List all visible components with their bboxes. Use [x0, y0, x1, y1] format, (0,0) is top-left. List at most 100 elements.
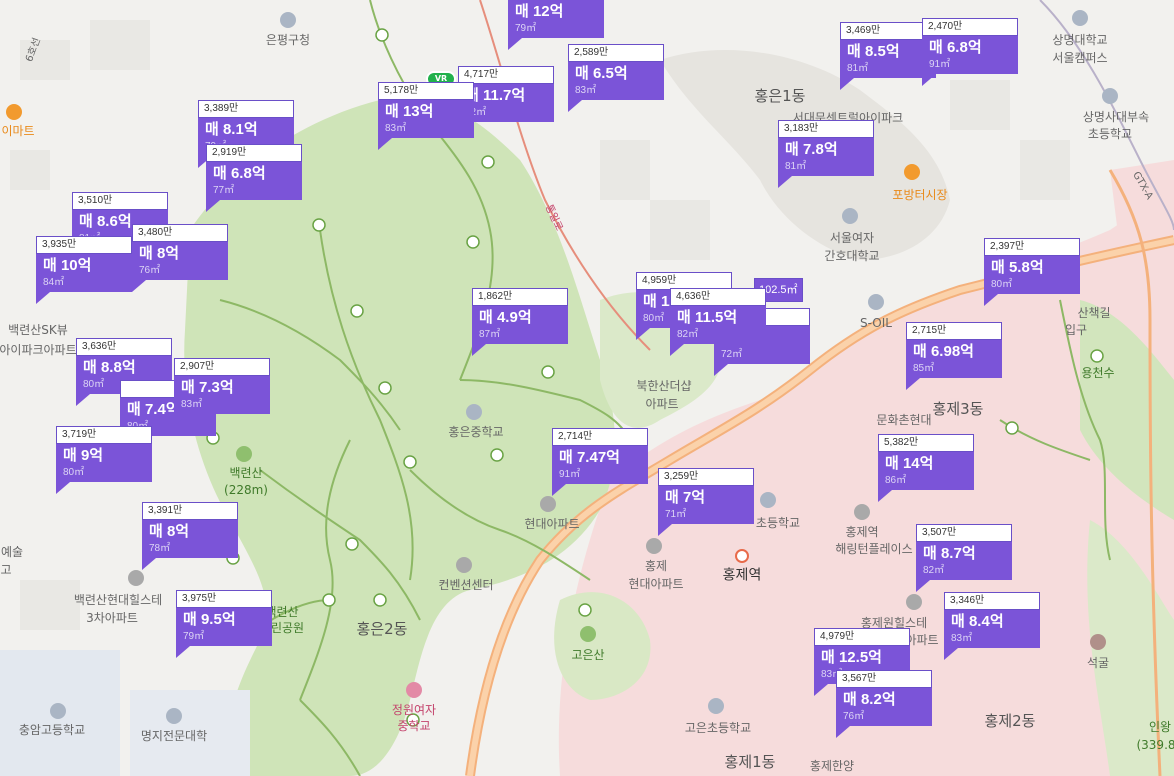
area-size: 72㎡ [721, 349, 743, 360]
price-marker[interactable]: 3,259만 매 7억 71㎡ [658, 468, 754, 536]
university-icon [166, 708, 182, 724]
label-yongcheonsu: 용천수 [1081, 365, 1115, 380]
label-art-school-2: 고 [0, 562, 12, 577]
label-sangmyung-2: 서울캠퍼스 [1052, 50, 1108, 65]
price-marker[interactable]: 1,862만 매 4.9억 87㎡ [472, 288, 568, 356]
label-myongji: 명지전문대학 [140, 728, 208, 743]
price-marker[interactable]: 3,719만 매 9억 80㎡ [56, 426, 152, 494]
mountain-icon [236, 446, 252, 462]
price-marker[interactable]: 3,480만 매 8억 76㎡ [132, 224, 228, 292]
price-marker[interactable]: 3,935만 매 10억 84㎡ [36, 236, 132, 304]
area-size: 85㎡ [913, 363, 935, 374]
label-hongje-hyundai-2: 현대아파트 [628, 576, 684, 591]
area-size: 83㎡ [181, 399, 203, 410]
mountain-icon [580, 626, 596, 642]
price-marker[interactable]: 3,183만 매 7.8억 81㎡ [778, 120, 874, 188]
price-marker[interactable]: 2,470만 매 6.8억 91㎡ [922, 18, 1018, 86]
sale-price: 매 9억 [63, 447, 104, 464]
marker-tail [984, 294, 998, 306]
price-marker[interactable]: 2,714만 매 7.47억 91㎡ [552, 428, 648, 496]
price-marker[interactable]: 3,346만매 8.4억 83㎡ [944, 592, 1040, 660]
label-sangmyung: 상명대학교 [1052, 32, 1108, 47]
area-size: 82㎡ [923, 565, 945, 576]
price-marker[interactable]: 2,907만 매 7.3억 83㎡ [174, 358, 270, 426]
shopping-icon [6, 104, 22, 120]
price-marker[interactable]: 3,567만 매 8.2억 76㎡ [836, 670, 932, 738]
government-office-icon [280, 12, 296, 28]
school-icon [406, 682, 422, 698]
gas-station-icon [868, 294, 884, 310]
sale-price: 매 8.4억 [951, 613, 1004, 630]
price-marker[interactable]: 4,636만 매 11.5억 82㎡ [670, 288, 766, 356]
marker-body: 매 10억 84㎡ [36, 254, 132, 292]
sale-price: 매 7.8억 [785, 141, 838, 158]
label-bukhansan-2: 아파트 [645, 396, 679, 411]
sale-price: 매 6.8억 [213, 165, 266, 182]
price-marker[interactable]: 5,382만 매 14억 86㎡ [878, 434, 974, 502]
label-baekryeonsan: 백련산 [229, 465, 263, 480]
marker-tail [508, 38, 522, 50]
marker-tail [658, 524, 672, 536]
marker-body: 매 13억 83㎡ [378, 100, 474, 138]
area-size: 83㎡ [385, 123, 407, 134]
price-marker[interactable]: 2,589만 매 6.5억 83㎡ [568, 44, 664, 112]
area-size: 79㎡ [515, 23, 537, 34]
label-emart: 이마트 [1, 123, 35, 138]
area-size: 82㎡ [465, 107, 487, 118]
marker-tail [670, 344, 684, 356]
price-marker[interactable]: 매 12억 79㎡ [508, 0, 604, 50]
price-marker[interactable]: 2,397만 매 5.8억 80㎡ [984, 238, 1080, 306]
sale-price: 매 13억 [385, 103, 434, 120]
sale-price: 매 8.2억 [843, 691, 896, 708]
label-hongje-hill: 홍제역 [845, 524, 879, 539]
label-goeunsan: 고은산 [571, 647, 605, 662]
price-per-pyeong: 5,382만 [878, 434, 974, 452]
price-marker[interactable]: 3,975만 매 9.5억 79㎡ [176, 590, 272, 658]
price-per-pyeong: 3,346만 [944, 592, 1040, 610]
price-per-pyeong: 3,510만 [72, 192, 168, 210]
area-size: 83㎡ [951, 633, 973, 644]
area-size: 91㎡ [929, 59, 951, 70]
area-size: 91㎡ [559, 469, 581, 480]
label-entrance-2: 입구 [1064, 322, 1088, 337]
marker-body: 매 8.7억 82㎡ [916, 542, 1012, 580]
sale-price: 매 10억 [43, 257, 92, 274]
label-hongeun-middle: 홍은중학교 [448, 424, 504, 439]
label-hongje-station[interactable]: 홍제역 [723, 568, 762, 585]
apartment-icon [540, 496, 556, 512]
marker-tail [568, 100, 582, 112]
marker-body: 매 8억 76㎡ [132, 242, 228, 280]
label-eunpyeong-office: 은평구청 [265, 32, 311, 47]
price-per-pyeong: 4,636만 [670, 288, 766, 306]
price-marker[interactable]: 3,507만 매 8.7억 82㎡ [916, 524, 1012, 592]
marker-body: 매 12억 79㎡ [508, 0, 604, 38]
label-hongje-hanyang: 홍제한양 [809, 758, 855, 773]
subway-station-icon[interactable] [735, 549, 749, 563]
price-marker[interactable]: 2,715만 매 6.98억 85㎡ [906, 322, 1002, 390]
marker-tail [840, 78, 854, 90]
label-seoul-nursing-2: 간호대학교 [824, 248, 880, 263]
marker-tail [814, 684, 828, 696]
sale-price: 매 12억 [515, 3, 564, 20]
marker-tail [552, 484, 566, 496]
area-size: 80㎡ [63, 467, 85, 478]
label-baekryeonsan-sk: 백련산SK뷰 [8, 322, 68, 337]
marker-tail [206, 200, 220, 212]
sale-price: 매 4.9억 [479, 309, 532, 326]
marker-tail [174, 414, 188, 426]
price-per-pyeong: 3,480만 [132, 224, 228, 242]
price-marker[interactable]: 5,178만 매 13억 83㎡ [378, 82, 474, 150]
label-seoul-nursing: 서울여자 [829, 230, 875, 245]
label-entrance: 산책길 [1077, 305, 1111, 320]
label-hill-apt-2: 3차아파트 [86, 610, 138, 625]
marker-body: 매 4.9억 87㎡ [472, 306, 568, 344]
price-marker[interactable]: 3,391만 매 8억 78㎡ [142, 502, 238, 570]
marker-tail [916, 580, 930, 592]
school-icon [1102, 88, 1118, 104]
label-jeongwon: 정원여자 [391, 702, 437, 717]
marker-tail [176, 646, 190, 658]
sale-price: 매 5.8억 [991, 259, 1044, 276]
marker-tail [878, 490, 892, 502]
sale-price: 매 11.5억 [677, 309, 738, 326]
price-marker[interactable]: 2,919만 매 6.8억 77㎡ [206, 144, 302, 212]
